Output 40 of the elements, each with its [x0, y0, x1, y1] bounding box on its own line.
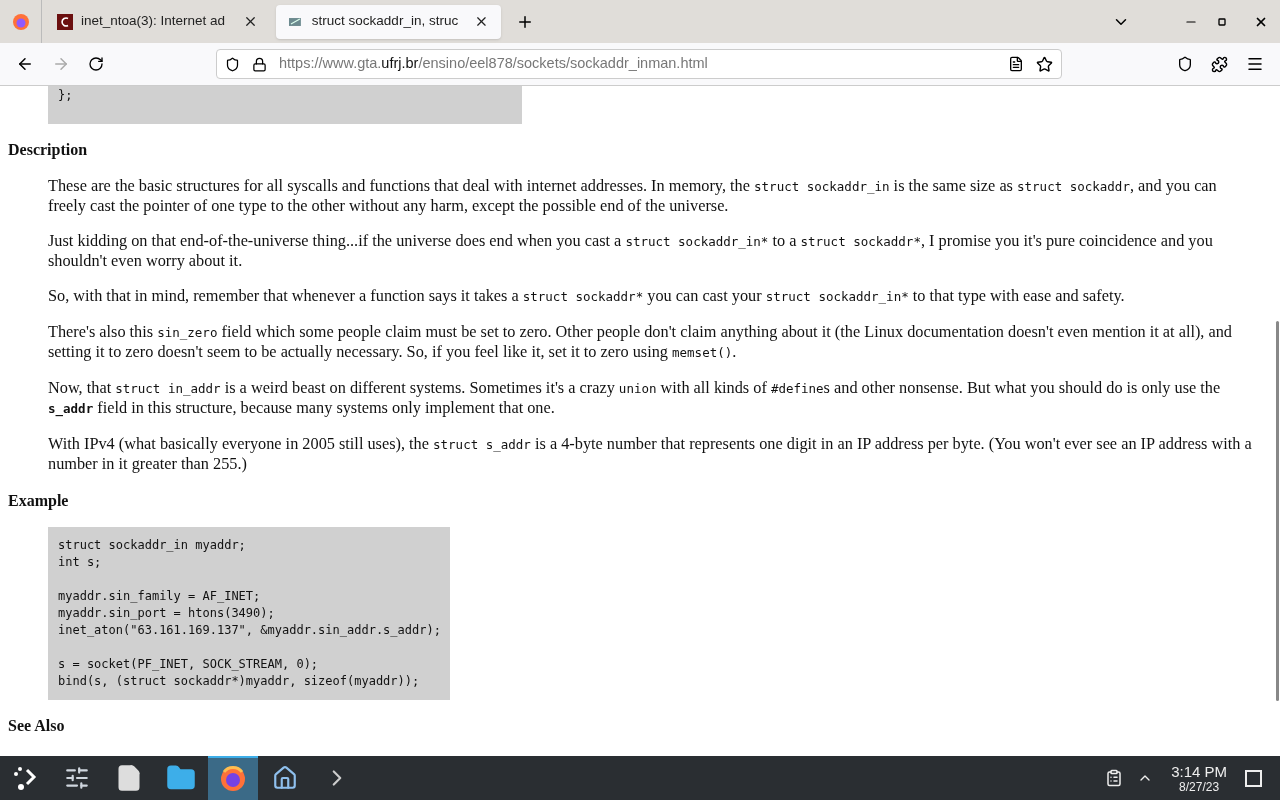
- paragraph: Just kidding on that end-of-the-universe thing...if the universe does end when you cast a struct sockaddr_in* to a struct sockaddr*, I promise you it's pure coincidence and you shouldn't even worry about it.: [48, 231, 1214, 270]
- address-bar[interactable]: https://www.gta.ufrj.br/ensino/eel878/sockets/sockaddr_inman.html: [216, 49, 1062, 79]
- page-icon: [57, 13, 73, 30]
- section-heading: Description: [8, 140, 89, 161]
- settings-icon[interactable]: [64, 765, 90, 791]
- back-icon[interactable]: [16, 55, 34, 73]
- browser-icon[interactable]: [11, 12, 30, 31]
- menu-icon[interactable]: [1246, 55, 1264, 73]
- tab-title: struct sockaddr_in, struc: [311, 12, 459, 31]
- lock-icon: [252, 56, 267, 72]
- close-tab-icon[interactable]: [474, 14, 489, 29]
- close-tab-icon[interactable]: [243, 14, 258, 29]
- launcher-icon[interactable]: [11, 764, 39, 792]
- maximize-icon[interactable]: [1218, 17, 1226, 26]
- paragraph: So, with that in mind, remember that whenever a function says it takes a struct sockaddr* you can cast your struct sockaddr_in* to that type with ease and safety.: [48, 286, 1126, 306]
- tab-title: inet_ntoa(3): Internet ad: [81, 12, 226, 31]
- paragraph: These are the basic structures for all syscalls and functions that deal with internet addresses. In memory, the struct sockaddr_in is the same size as struct sockaddr, and you can freely cast the pointer of one type to the other without any harm, except the possible end of the universe.: [48, 176, 1218, 215]
- clock[interactable]: 3:14 PM 8/27/23: [1171, 762, 1227, 794]
- home-folder-icon[interactable]: [272, 765, 298, 791]
- reader-view-icon[interactable]: [1008, 56, 1024, 72]
- paragraph: With IPv4 (what basically everyone in 2005 still uses), the struct s_addr is a 4-byte number that represents one digit in an IP address per byte. (You won't ever see an IP address with a number in it greater than 255.): [48, 434, 1253, 473]
- scrollbar-thumb[interactable]: [1276, 321, 1279, 701]
- browser-tab[interactable]: inet_ntoa(3): Internet ad: [45, 4, 270, 39]
- code-block: struct sockaddr_in myaddr; int s; myaddr.sin_family = AF_INET; myaddr.sin_port = htons(3490); inet_aton("63.161.169.137", &myaddr.sin_addr.s_addr); s = socket(PF_INET, SOCK_STREAM, 0); bind(s, (struct sockaddr*)myaddr, sizeof(myaddr));: [48, 527, 450, 700]
- clock-date: 8/27/23: [1179, 779, 1220, 794]
- code-block: };: [48, 86, 522, 124]
- clipboard-icon[interactable]: [1105, 769, 1124, 787]
- clock-time: 3:14 PM: [1171, 762, 1227, 780]
- browser-tab[interactable]: struct sockaddr_in, struc: [276, 4, 501, 39]
- paragraph: Now, that struct in_addr is a weird beast on different systems. Sometimes it's a crazy union with all kinds of #defines and other nonsense. But what you should do is only use the s_addr field in this structure, because many systems only implement that one.: [48, 378, 1222, 418]
- show-desktop-button[interactable]: [1245, 769, 1262, 787]
- shield-icon: [225, 56, 240, 72]
- extensions-icon[interactable]: [1211, 55, 1228, 73]
- reload-icon[interactable]: [88, 56, 104, 72]
- url-text: https://www.gta.ufrj.br/ensino/eel878/sockets/sockaddr_inman.html: [279, 54, 709, 74]
- browser-icon[interactable]: [218, 764, 248, 794]
- section-heading: Example: [8, 491, 70, 512]
- section-heading: See Also: [8, 716, 66, 736]
- paragraph: There's also this sin_zero field which some people claim must be set to zero. Other people don't claim anything about it (the Linux documentation doesn't even mention it at all), and setting it to zero doesn't seem to be actually necessary. So, if you feel like it, set it to zero using memset().: [48, 322, 1233, 362]
- bookmark-icon[interactable]: [1036, 55, 1053, 73]
